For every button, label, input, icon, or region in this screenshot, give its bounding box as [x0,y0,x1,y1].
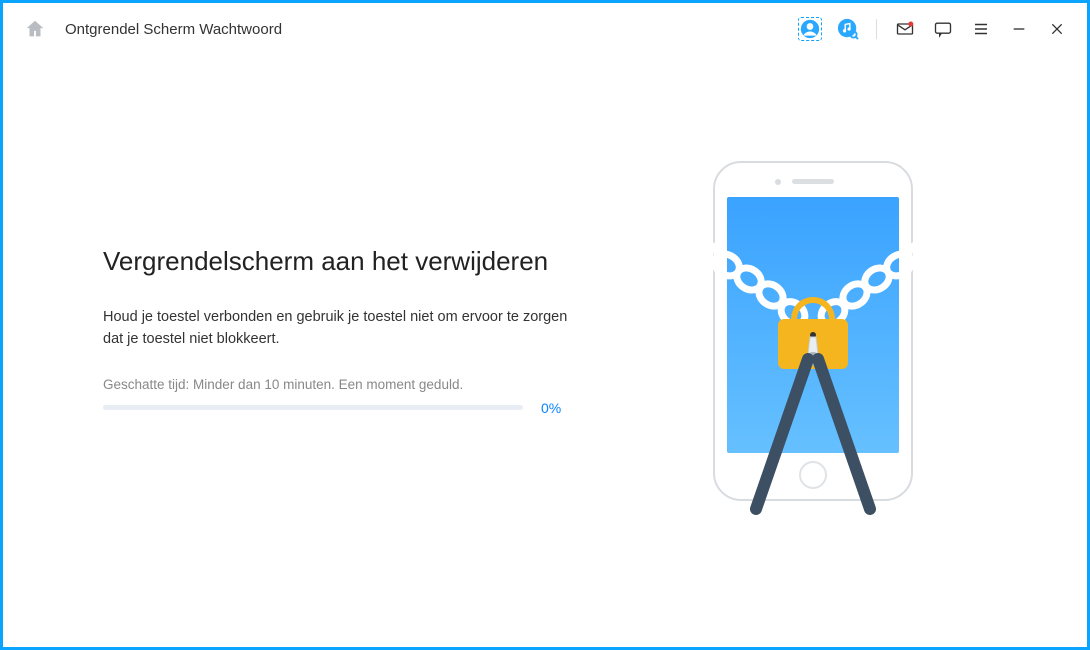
account-icon[interactable] [798,17,822,41]
phone-camera [775,179,781,185]
title-bar: Ontgrendel Scherm Wachtwoord [3,3,1087,55]
status-heading: Vergrendelscherm aan het verwijderen [103,246,623,277]
phone-illustration [713,161,913,501]
page-title: Ontgrendel Scherm Wachtwoord [65,21,282,38]
phone-home-button [799,461,827,489]
title-bar-left: Ontgrendel Scherm Wachtwoord [23,17,282,41]
status-panel: Vergrendelscherm aan het verwijderen Hou… [103,246,623,416]
title-bar-right [798,17,1069,41]
eta-text: Geschatte tijd: Minder dan 10 minuten. E… [103,377,623,392]
main-content: Vergrendelscherm aan het verwijderen Hou… [3,55,1087,647]
app-window: Ontgrendel Scherm Wachtwoord [0,0,1090,650]
music-search-icon[interactable] [836,17,860,41]
minimize-button[interactable] [1007,17,1031,41]
menu-icon[interactable] [969,17,993,41]
mail-icon[interactable] [893,17,917,41]
phone-speaker [792,179,834,184]
feedback-icon[interactable] [931,17,955,41]
status-description: Houd je toestel verbonden en gebruik je … [103,307,573,351]
progress-row: 0% [103,400,623,416]
lock-icon [778,313,848,369]
home-icon[interactable] [23,17,47,41]
progress-percent: 0% [541,400,561,416]
progress-bar [103,405,523,410]
close-button[interactable] [1045,17,1069,41]
titlebar-divider [876,19,877,39]
illustration [683,161,943,501]
